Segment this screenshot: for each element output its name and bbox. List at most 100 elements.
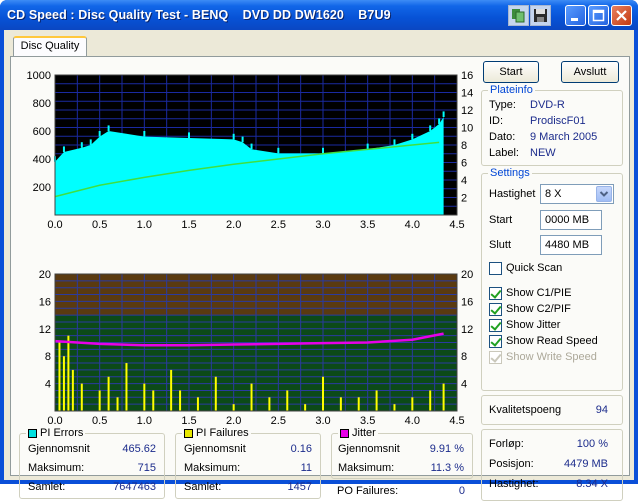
show-c1-label[interactable]: Show C1/PIE [506,287,571,299]
close-button[interactable] [611,5,632,26]
pi-errors-legend-text: PI Errors [40,427,84,439]
y-tick-left: 20 [39,269,51,281]
pie-avg-label: Gjennomsnit [28,443,90,455]
pif-max-value: 11 [300,462,312,474]
y-tick-left: 16 [39,296,51,308]
progress-value: 100 % [576,438,608,450]
x-tick: 1.5 [181,415,196,427]
pif-bar [58,342,61,411]
x-tick: 0.5 [92,415,107,427]
jitter-legend: Jitter [338,427,378,439]
x-tick: 4.5 [449,219,464,231]
quick-scan-checkbox[interactable] [489,262,502,275]
client-area: Disc Quality 1000 800 600 400 200 16 14 12 10 8 6 4… [4,30,634,501]
type-label: Type: [489,99,516,111]
pif-bar [80,383,83,411]
settings-legend: Settings [488,167,532,179]
x-tick: 2.0 [226,415,241,427]
x-tick: 1.5 [181,219,196,231]
show-c2-label[interactable]: Show C2/PIF [506,303,571,315]
window-title: CD Speed : Disc Quality Test - BENQ DVD … [7,8,391,22]
pie-total-label: Samlet: [28,481,66,493]
save-icon[interactable] [530,5,551,26]
minimize-button[interactable] [565,5,586,26]
tab-disc-quality[interactable]: Disc Quality [13,36,87,57]
y-tick-left: 200 [33,182,51,194]
end-field[interactable]: 4480 MB [540,235,602,255]
pif-avg-value: 0.16 [290,443,312,455]
exit-button[interactable]: Avslutt [561,61,619,83]
pif-max-label: Maksimum: [184,462,241,474]
show-c2-checkbox[interactable] [489,303,502,316]
pif-bar [116,397,119,411]
x-tick: 1.0 [137,219,152,231]
pif-bar [170,369,173,411]
show-c1-checkbox[interactable] [489,287,502,300]
settings-group: Settings Hastighet 8 X Start 0000 MB Slu… [481,167,623,391]
quick-scan-label[interactable]: Quick Scan [506,262,562,274]
date-label: Dato: [489,131,516,143]
y-tick-right: 14 [461,88,473,100]
show-jitter-label[interactable]: Show Jitter [506,319,560,331]
start-button[interactable]: Start [483,61,539,83]
plateinfo-legend: Plateinfo [488,84,535,96]
pi-failures-group: PI Failures Gjennomsnit 0.16 Maksimum: 1… [175,427,321,499]
y-tick-right: 16 [461,296,473,308]
y-tick-left: 400 [33,154,51,166]
show-read-checkbox[interactable] [489,335,502,348]
pie-total-value: 7647463 [113,481,156,493]
show-read-label[interactable]: Show Read Speed [506,335,598,347]
pif-bar [304,404,307,411]
po-failures-label: PO Failures: [337,485,399,497]
speed-select-value: 8 X [545,188,562,200]
pif-bar [250,383,253,411]
show-jitter-checkbox[interactable] [489,319,502,332]
pif-bar [71,369,74,411]
title-bar[interactable]: CD Speed : Disc Quality Test - BENQ DVD … [0,0,638,30]
x-tick: 2.0 [226,219,241,231]
pi-failures-legend-text: PI Failures [196,427,249,439]
jitter-max-label: Maksimum: [338,462,395,474]
chevron-down-icon[interactable] [596,186,612,202]
pif-bar [196,397,199,411]
y-tick-right: 8 [461,140,467,152]
speed-pie-chart: 1000 800 600 400 200 16 14 12 10 8 6 4 2 0.0 0.5 1.0 1.5… [27,70,474,231]
pi-failures-swatch [184,429,193,438]
x-tick: 4.0 [405,219,420,231]
app-window: CD Speed : Disc Quality Test - BENQ DVD … [0,0,638,501]
pif-bar [98,390,101,411]
pif-bar [322,376,324,411]
pie-max-label: Maksimum: [28,462,85,474]
x-tick: 4.5 [449,415,464,427]
pif-bar [143,383,146,411]
pif-bar [286,390,289,411]
maximize-button[interactable] [588,5,609,26]
y-tick-right: 2 [461,193,467,205]
start-field[interactable]: 0000 MB [540,210,602,230]
pif-bar [268,397,271,411]
pif-total-value: 1457 [287,481,312,493]
pi-errors-swatch [28,429,37,438]
cur-speed-value: 8.34 X [576,478,608,490]
y-tick-right: 20 [461,269,473,281]
x-tick: 2.5 [271,415,286,427]
x-tick: 1.0 [137,415,152,427]
plateinfo-group: Plateinfo Type: DVD-R ID: ProdiscF01 Dat… [481,84,623,166]
speed-select[interactable]: 8 X [540,184,614,204]
pif-bar [411,397,414,411]
quality-label: Kvalitetspoeng [489,404,562,416]
pif-bar [152,390,155,411]
y-tick-left: 4 [45,379,51,391]
jitter-swatch [340,429,349,438]
pif-bar [179,390,182,411]
position-value: 4479 MB [563,458,608,470]
pif-bar [232,404,235,411]
copy-icon[interactable] [508,5,529,26]
jitter-avg-value: 9.91 % [429,443,464,455]
date-value: 9 March 2005 [530,131,598,143]
label-value: NEW [530,147,556,159]
pif-bar [214,376,217,411]
y-tick-right: 16 [461,70,473,82]
cur-speed-label: Hastighet: [489,478,539,490]
quality-value: 94 [595,404,608,416]
